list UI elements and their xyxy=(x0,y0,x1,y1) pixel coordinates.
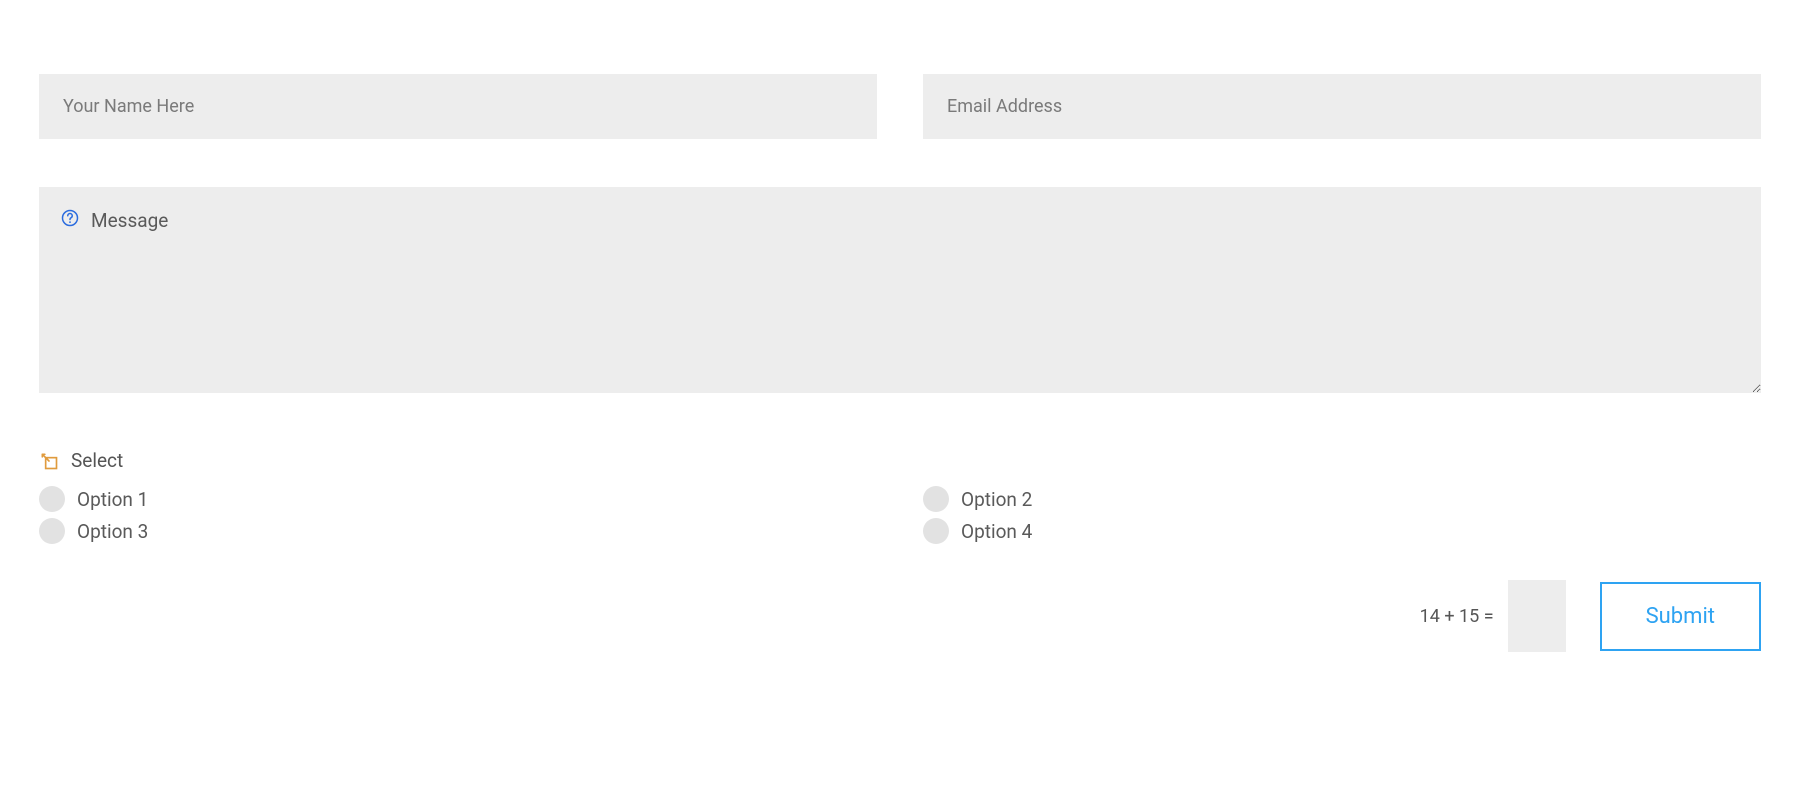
option-label: Option 4 xyxy=(961,520,1032,543)
captcha-question: 14 + 15 = xyxy=(1420,606,1494,627)
select-label: Select xyxy=(71,449,123,472)
options-grid: Option 1 Option 2 Option 3 Option 4 xyxy=(39,486,1761,544)
option-label: Option 3 xyxy=(77,520,148,543)
radio-icon xyxy=(39,486,65,512)
option-1[interactable]: Option 1 xyxy=(39,486,877,512)
option-2[interactable]: Option 2 xyxy=(923,486,1761,512)
submit-row: 14 + 15 = Submit xyxy=(39,580,1761,652)
name-input[interactable] xyxy=(39,74,877,139)
select-label-row: Select xyxy=(39,449,1761,472)
option-label: Option 1 xyxy=(77,488,148,511)
submit-button[interactable]: Submit xyxy=(1600,582,1761,651)
option-3[interactable]: Option 3 xyxy=(39,518,877,544)
radio-icon xyxy=(923,518,949,544)
select-section: Select Option 1 Option 2 Option 3 Option… xyxy=(39,449,1761,544)
message-textarea[interactable] xyxy=(39,187,1761,393)
radio-icon xyxy=(39,518,65,544)
option-label: Option 2 xyxy=(961,488,1032,511)
message-wrapper xyxy=(39,187,1761,397)
name-email-row xyxy=(39,74,1761,139)
expand-icon xyxy=(39,451,59,471)
captcha-input[interactable] xyxy=(1508,580,1566,652)
option-4[interactable]: Option 4 xyxy=(923,518,1761,544)
radio-icon xyxy=(923,486,949,512)
email-input[interactable] xyxy=(923,74,1761,139)
